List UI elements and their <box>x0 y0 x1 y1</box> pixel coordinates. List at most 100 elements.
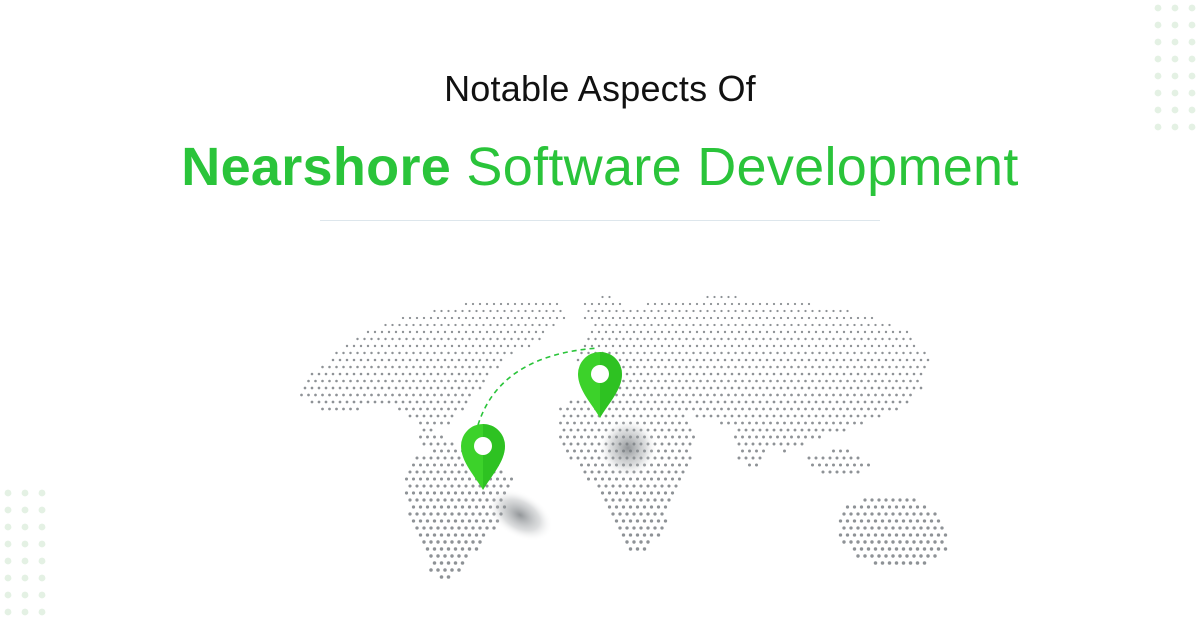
map-dot <box>433 351 436 355</box>
map-dot <box>790 323 793 327</box>
map-dot <box>415 372 419 376</box>
map-dot <box>793 358 797 362</box>
map-dot <box>656 519 661 523</box>
map-dot <box>825 351 828 355</box>
map-dot <box>485 512 489 516</box>
map-dot <box>457 358 461 362</box>
map-dot <box>349 379 352 383</box>
map-dot <box>713 393 716 397</box>
map-dot <box>888 407 891 411</box>
map-dot <box>646 344 650 348</box>
map-dot <box>450 414 454 418</box>
map-dot <box>590 470 594 474</box>
map-dot <box>632 484 636 488</box>
map-dot <box>457 484 461 488</box>
map-dot <box>440 351 443 355</box>
map-dot <box>667 470 671 474</box>
map-dot <box>926 554 930 558</box>
map-dot <box>454 337 457 341</box>
map-dot <box>597 330 601 334</box>
map-dot <box>909 379 912 383</box>
map-dot <box>706 323 709 327</box>
map-dot <box>635 533 640 537</box>
map-dot <box>887 561 892 565</box>
map-dot <box>737 442 741 446</box>
map-dot <box>765 372 769 376</box>
map-dot <box>685 393 688 397</box>
map-dot <box>884 372 888 376</box>
map-dot <box>880 533 885 537</box>
map-dot <box>856 470 860 474</box>
map-dot <box>485 344 489 348</box>
map-dot <box>439 547 444 551</box>
map-dot <box>467 533 472 537</box>
map-dot <box>755 309 758 313</box>
map-dot <box>943 547 948 551</box>
map-dot <box>716 344 720 348</box>
map-dot <box>429 526 433 530</box>
map-dot <box>380 344 384 348</box>
map-dot <box>450 344 454 348</box>
map-dot <box>485 372 489 376</box>
map-dot <box>849 456 853 460</box>
map-dot <box>328 379 331 383</box>
map-dot <box>419 365 422 369</box>
map-dot <box>842 344 846 348</box>
map-dot <box>709 302 713 306</box>
map-dot <box>664 309 667 313</box>
map-dot <box>450 456 454 460</box>
map-dot <box>622 407 625 411</box>
map-dot <box>419 323 422 327</box>
map-dot <box>635 519 640 523</box>
map-dot <box>901 561 906 565</box>
map-dot <box>464 358 468 362</box>
map-dot <box>912 344 916 348</box>
map-dot <box>744 456 748 460</box>
map-dot <box>468 351 471 355</box>
map-dot <box>653 526 657 530</box>
map-dot <box>762 323 765 327</box>
map-dot <box>870 512 874 516</box>
map-dot <box>663 477 668 481</box>
map-dot <box>667 330 671 334</box>
map-dot <box>366 400 370 404</box>
map-dot <box>678 421 681 425</box>
map-dot <box>464 554 468 558</box>
map-dot <box>695 358 699 362</box>
map-dot <box>447 421 450 425</box>
map-dot <box>611 498 615 502</box>
map-dot <box>790 393 793 397</box>
map-dot <box>576 414 580 418</box>
map-dot <box>797 309 800 313</box>
map-dot <box>408 372 412 376</box>
map-dot <box>422 414 426 418</box>
map-dot <box>762 393 765 397</box>
map-dot <box>618 498 622 502</box>
map-dot <box>415 386 419 390</box>
map-dot <box>804 309 807 313</box>
map-dot <box>639 484 643 488</box>
map-dot <box>681 456 685 460</box>
map-dot <box>677 463 682 467</box>
map-dot <box>730 330 734 334</box>
map-dot <box>587 351 590 355</box>
map-dot <box>650 309 653 313</box>
map-dot <box>674 442 678 446</box>
map-dot <box>905 330 909 334</box>
map-dot <box>576 456 580 460</box>
map-dot <box>646 316 650 320</box>
map-dot <box>422 358 426 362</box>
map-dot <box>916 379 919 383</box>
map-dot <box>723 358 727 362</box>
map-dot <box>415 498 419 502</box>
map-dot <box>387 330 391 334</box>
map-dot <box>342 393 345 397</box>
map-dot <box>867 365 870 369</box>
map-dot <box>898 344 902 348</box>
map-dot <box>411 505 416 509</box>
map-dot <box>450 498 454 502</box>
map-dot <box>909 393 912 397</box>
map-dot <box>310 372 314 376</box>
map-dot <box>880 547 885 551</box>
map-dot <box>496 323 499 327</box>
